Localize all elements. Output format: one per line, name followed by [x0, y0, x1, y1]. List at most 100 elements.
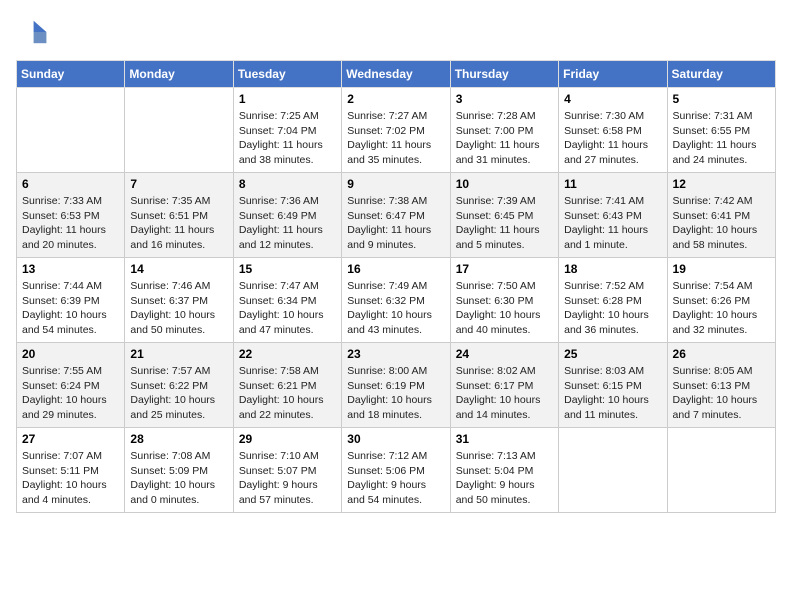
day-number: 23 [347, 347, 444, 361]
cell-content: Sunrise: 8:00 AMSunset: 6:19 PMDaylight:… [347, 364, 444, 423]
day-number: 8 [239, 177, 336, 191]
cell-content: Sunrise: 8:05 AMSunset: 6:13 PMDaylight:… [673, 364, 770, 423]
calendar-cell: 13 Sunrise: 7:44 AMSunset: 6:39 PMDayligh… [17, 258, 125, 343]
cell-content: Sunrise: 7:47 AMSunset: 6:34 PMDaylight:… [239, 279, 336, 338]
day-number: 5 [673, 92, 770, 106]
page-header [16, 16, 776, 48]
day-number: 4 [564, 92, 661, 106]
day-number: 27 [22, 432, 119, 446]
calendar-cell: 17 Sunrise: 7:50 AMSunset: 6:30 PMDayligh… [450, 258, 558, 343]
day-number: 16 [347, 262, 444, 276]
calendar-cell: 1 Sunrise: 7:25 AMSunset: 7:04 PMDaylight… [233, 88, 341, 173]
cell-content: Sunrise: 7:35 AMSunset: 6:51 PMDaylight:… [130, 194, 227, 253]
calendar-cell: 30Sunrise: 7:12 AMSunset: 5:06 PMDayligh… [342, 428, 450, 513]
cell-content: Sunrise: 8:03 AMSunset: 6:15 PMDaylight:… [564, 364, 661, 423]
cell-content: Sunrise: 7:30 AMSunset: 6:58 PMDaylight:… [564, 109, 661, 168]
day-number: 17 [456, 262, 553, 276]
cell-content: Sunrise: 7:41 AMSunset: 6:43 PMDaylight:… [564, 194, 661, 253]
calendar-cell: 6Sunrise: 7:33 AMSunset: 6:53 PMDaylight… [17, 173, 125, 258]
logo [16, 16, 52, 48]
day-number: 7 [130, 177, 227, 191]
calendar-cell [17, 88, 125, 173]
calendar-cell: 22 Sunrise: 7:58 AMSunset: 6:21 PMDayligh… [233, 343, 341, 428]
cell-content: Sunrise: 7:49 AMSunset: 6:32 PMDaylight:… [347, 279, 444, 338]
cell-content: Sunrise: 7:54 AMSunset: 6:26 PMDaylight:… [673, 279, 770, 338]
col-header-wednesday: Wednesday [342, 61, 450, 88]
cell-content: Sunrise: 7:46 AMSunset: 6:37 PMDaylight:… [130, 279, 227, 338]
calendar-cell: 25 Sunrise: 8:03 AMSunset: 6:15 PMDayligh… [559, 343, 667, 428]
calendar-cell: 24 Sunrise: 8:02 AMSunset: 6:17 PMDayligh… [450, 343, 558, 428]
day-number: 18 [564, 262, 661, 276]
cell-content: Sunrise: 7:42 AMSunset: 6:41 PMDaylight:… [673, 194, 770, 253]
day-number: 26 [673, 347, 770, 361]
cell-content: Sunrise: 7:58 AMSunset: 6:21 PMDaylight:… [239, 364, 336, 423]
calendar-cell: 27 Sunrise: 7:07 AMSunset: 5:11 PMDayligh… [17, 428, 125, 513]
calendar-cell: 31 Sunrise: 7:13 AMSunset: 5:04 PMDayligh… [450, 428, 558, 513]
day-number: 31 [456, 432, 553, 446]
cell-content: Sunrise: 7:33 AMSunset: 6:53 PMDaylight:… [22, 194, 119, 253]
day-number: 2 [347, 92, 444, 106]
logo-icon [16, 16, 48, 48]
calendar-cell: 14Sunrise: 7:46 AMSunset: 6:37 PMDayligh… [125, 258, 233, 343]
cell-content: Sunrise: 7:57 AMSunset: 6:22 PMDaylight:… [130, 364, 227, 423]
day-number: 15 [239, 262, 336, 276]
cell-content: Sunrise: 7:25 AMSunset: 7:04 PMDaylight:… [239, 109, 336, 168]
cell-content: Sunrise: 7:28 AMSunset: 7:00 PMDaylight:… [456, 109, 553, 168]
col-header-tuesday: Tuesday [233, 61, 341, 88]
calendar-cell: 7 Sunrise: 7:35 AMSunset: 6:51 PMDaylight… [125, 173, 233, 258]
cell-content: Sunrise: 7:44 AMSunset: 6:39 PMDaylight:… [22, 279, 119, 338]
cell-content: Sunrise: 7:13 AMSunset: 5:04 PMDaylight:… [456, 449, 553, 508]
day-number: 10 [456, 177, 553, 191]
calendar-cell: 15 Sunrise: 7:47 AMSunset: 6:34 PMDayligh… [233, 258, 341, 343]
calendar-cell [559, 428, 667, 513]
calendar-cell: 3 Sunrise: 7:28 AMSunset: 7:00 PMDaylight… [450, 88, 558, 173]
calendar-cell: 28 Sunrise: 7:08 AMSunset: 5:09 PMDayligh… [125, 428, 233, 513]
cell-content: Sunrise: 7:07 AMSunset: 5:11 PMDaylight:… [22, 449, 119, 508]
day-number: 9 [347, 177, 444, 191]
col-header-monday: Monday [125, 61, 233, 88]
cell-content: Sunrise: 7:12 AMSunset: 5:06 PMDaylight:… [347, 449, 444, 508]
day-number: 1 [239, 92, 336, 106]
day-number: 3 [456, 92, 553, 106]
day-number: 13 [22, 262, 119, 276]
calendar-cell [667, 428, 775, 513]
cell-content: Sunrise: 7:31 AMSunset: 6:55 PMDaylight:… [673, 109, 770, 168]
calendar-cell: 12 Sunrise: 7:42 AMSunset: 6:41 PMDayligh… [667, 173, 775, 258]
cell-content: Sunrise: 7:50 AMSunset: 6:30 PMDaylight:… [456, 279, 553, 338]
calendar-cell: 10Sunrise: 7:39 AMSunset: 6:45 PMDayligh… [450, 173, 558, 258]
calendar-cell: 2 Sunrise: 7:27 AMSunset: 7:02 PMDaylight… [342, 88, 450, 173]
col-header-sunday: Sunday [17, 61, 125, 88]
calendar-cell: 8Sunrise: 7:36 AMSunset: 6:49 PMDaylight… [233, 173, 341, 258]
col-header-friday: Friday [559, 61, 667, 88]
day-number: 25 [564, 347, 661, 361]
calendar-cell: 16 Sunrise: 7:49 AMSunset: 6:32 PMDayligh… [342, 258, 450, 343]
day-number: 24 [456, 347, 553, 361]
day-number: 12 [673, 177, 770, 191]
calendar-cell: 21 Sunrise: 7:57 AMSunset: 6:22 PMDayligh… [125, 343, 233, 428]
cell-content: Sunrise: 7:52 AMSunset: 6:28 PMDaylight:… [564, 279, 661, 338]
day-number: 11 [564, 177, 661, 191]
calendar-cell: 4 Sunrise: 7:30 AMSunset: 6:58 PMDaylight… [559, 88, 667, 173]
calendar-cell: 23 Sunrise: 8:00 AMSunset: 6:19 PMDayligh… [342, 343, 450, 428]
calendar-cell: 5 Sunrise: 7:31 AMSunset: 6:55 PMDaylight… [667, 88, 775, 173]
cell-content: Sunrise: 7:38 AMSunset: 6:47 PMDaylight:… [347, 194, 444, 253]
cell-content: Sunrise: 7:27 AMSunset: 7:02 PMDaylight:… [347, 109, 444, 168]
col-header-thursday: Thursday [450, 61, 558, 88]
day-number: 22 [239, 347, 336, 361]
day-number: 28 [130, 432, 227, 446]
calendar-cell [125, 88, 233, 173]
day-number: 21 [130, 347, 227, 361]
calendar-cell: 18 Sunrise: 7:52 AMSunset: 6:28 PMDayligh… [559, 258, 667, 343]
calendar-table: SundayMondayTuesdayWednesdayThursdayFrid… [16, 60, 776, 513]
cell-content: Sunrise: 7:08 AMSunset: 5:09 PMDaylight:… [130, 449, 227, 508]
calendar-cell: 20 Sunrise: 7:55 AMSunset: 6:24 PMDayligh… [17, 343, 125, 428]
calendar-cell: 11 Sunrise: 7:41 AMSunset: 6:43 PMDayligh… [559, 173, 667, 258]
cell-content: Sunrise: 7:55 AMSunset: 6:24 PMDaylight:… [22, 364, 119, 423]
day-number: 19 [673, 262, 770, 276]
calendar-cell: 19 Sunrise: 7:54 AMSunset: 6:26 PMDayligh… [667, 258, 775, 343]
cell-content: Sunrise: 7:10 AMSunset: 5:07 PMDaylight:… [239, 449, 336, 508]
day-number: 20 [22, 347, 119, 361]
calendar-cell: 29Sunrise: 7:10 AMSunset: 5:07 PMDayligh… [233, 428, 341, 513]
calendar-cell: 26 Sunrise: 8:05 AMSunset: 6:13 PMDayligh… [667, 343, 775, 428]
cell-content: Sunrise: 8:02 AMSunset: 6:17 PMDaylight:… [456, 364, 553, 423]
